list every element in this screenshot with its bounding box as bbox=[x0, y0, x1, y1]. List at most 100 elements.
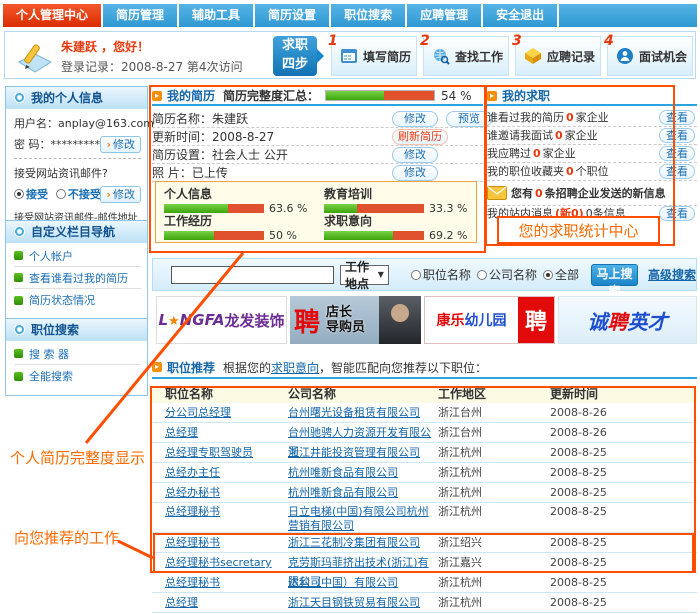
badge-arrow-icon bbox=[317, 49, 324, 63]
view-applied-button[interactable]: 查看 bbox=[659, 146, 695, 161]
step-apply-record[interactable]: 3 应聘记录 bbox=[515, 36, 601, 76]
nav-item-logout[interactable]: 安全退出 bbox=[483, 4, 559, 27]
keyword-input[interactable] bbox=[171, 266, 334, 284]
step-label: 填写简历 bbox=[363, 48, 411, 65]
radio-company-name[interactable] bbox=[477, 270, 487, 280]
ad-banner-longfa[interactable]: L★NGFA 龙发装饰 bbox=[156, 296, 287, 344]
green-bullet-icon bbox=[14, 251, 23, 260]
step-fill-resume[interactable]: 1 填写简历 bbox=[331, 36, 417, 76]
section-work-exp: 工作经历 50 % bbox=[164, 214, 314, 242]
nav-item-personal-center[interactable]: 个人管理中心 bbox=[3, 4, 103, 27]
nav-item-resume-settings[interactable]: 简历设置 bbox=[255, 4, 331, 27]
completeness-percent: 54 % bbox=[441, 89, 472, 103]
resume-setting-row: 简历设置：社会人士 公开 修改 bbox=[152, 146, 483, 164]
envelope-icon bbox=[487, 186, 507, 200]
view-invited-button[interactable]: 查看 bbox=[659, 128, 695, 143]
nav-item-job-search[interactable]: 职位搜索 bbox=[331, 4, 407, 27]
refresh-resume-button[interactable]: 刷新简历 bbox=[392, 129, 448, 145]
newsletter-question: 接受网站资讯邮件? bbox=[14, 165, 141, 183]
modify-photo-button[interactable]: 修改 bbox=[392, 165, 438, 181]
invited-interview-row: 谁邀请我面试0家企业 查看 bbox=[487, 127, 697, 145]
ad-banner-kindergarten[interactable]: 康乐幼儿园 聘 bbox=[424, 296, 555, 344]
reject-radio[interactable] bbox=[56, 189, 66, 199]
completeness-progress-bar bbox=[325, 90, 435, 101]
company-link[interactable]: 浙江井能投资管理有限公司 bbox=[288, 446, 420, 459]
table-row: 总经办主任 杭州唯新食品有限公司 浙江杭州 2008-8-25 bbox=[152, 463, 697, 483]
annotation-resume-note: 个人简历完整度显示 bbox=[10, 447, 145, 468]
sidebar-item-who-viewed-resume[interactable]: 查看谁看过我的简历 bbox=[14, 267, 141, 289]
quick-search-bar: 工作地点▼ 职位名称 公司名称 全部 马上搜索 高级搜索 bbox=[152, 258, 697, 291]
my-resume-panel: ▸ 我的简历 简历完整度汇总： 54 % 简历名称：朱建跃 修改 预览 更新时间… bbox=[152, 87, 483, 245]
work-exp-progress-bar bbox=[164, 231, 264, 240]
annotation-jobs-note: 向您推荐的工作 bbox=[14, 527, 119, 548]
search-now-button[interactable]: 马上搜索 bbox=[591, 264, 638, 286]
job-link[interactable]: 分公司总经理 bbox=[165, 406, 231, 419]
company-link[interactable]: 杭州唯新食品有限公司 bbox=[288, 486, 398, 499]
nav-item-tools[interactable]: 辅助工具 bbox=[179, 4, 255, 27]
calendar-icon bbox=[340, 47, 358, 65]
job-recommend-header: ▸ 职位推荐 根据您的求职意向，智能匹配向您推荐以下职位： bbox=[152, 357, 697, 379]
modify-newsletter-button[interactable]: ›修改 bbox=[100, 186, 141, 203]
inbox-row: 我的站内消息(新0)0条信息 查看 bbox=[487, 205, 697, 221]
step-find-job[interactable]: 2 查找工作 bbox=[423, 36, 509, 76]
company-link[interactable]: 达利（中国）有限公司 bbox=[288, 576, 398, 589]
section-personal-info: 个人信息 63.6 % bbox=[164, 187, 314, 215]
radio-all[interactable] bbox=[543, 270, 553, 280]
green-bullet-icon bbox=[14, 349, 23, 358]
sidebar-item-resume-status[interactable]: 简历状态情况 bbox=[14, 289, 141, 311]
step-interview-chance[interactable]: 4 面试机会 bbox=[607, 36, 693, 76]
job-link[interactable]: 总经理专职驾驶员 bbox=[165, 446, 253, 459]
bullet-circle-icon bbox=[14, 226, 25, 237]
company-link[interactable]: 浙江天目钢铁贸易有限公司 bbox=[288, 596, 420, 609]
job-link[interactable]: 总经理 bbox=[165, 596, 198, 609]
table-row: 总经理专职驾驶员 浙江井能投资管理有限公司 浙江杭州 2008-8-25 bbox=[152, 443, 697, 463]
job-link[interactable]: 总经办主任 bbox=[165, 466, 220, 479]
advanced-search-link[interactable]: 高级搜索 bbox=[648, 266, 696, 283]
login-record: 登录记录：2008-8-27 第4次访问 bbox=[61, 58, 243, 75]
ad-banner-shop-manager[interactable]: 聘 店长导购员 bbox=[290, 296, 421, 344]
bullet-circle-icon bbox=[14, 324, 25, 335]
company-link[interactable]: 台州曙光设备租赁有限公司 bbox=[288, 406, 420, 419]
modify-password-button[interactable]: ›修改 bbox=[100, 136, 141, 153]
table-row: 总经理秘书 日立电梯(中国)有限公司杭州营销有限公司 浙江杭州 2008-8-2… bbox=[152, 503, 697, 533]
welcome-bar: 朱建跃 ，您好！ 登录记录：2008-8-27 第4次访问 求职 四步 1 填写… bbox=[4, 31, 696, 79]
sidebar-item-personal-account[interactable]: 个人帐户 bbox=[14, 245, 141, 267]
preview-resume-button[interactable]: 预览 bbox=[446, 111, 492, 127]
interview-person-icon bbox=[616, 47, 634, 65]
accept-radio[interactable] bbox=[14, 189, 24, 199]
view-viewed-resume-button[interactable]: 查看 bbox=[659, 110, 695, 125]
job-link[interactable]: 总经办秘书 bbox=[165, 486, 220, 499]
job-link[interactable]: 总经理秘书 bbox=[165, 505, 220, 518]
company-link[interactable]: 浙江三花制冷集团有限公司 bbox=[288, 536, 420, 549]
orange-bullet-icon: ▸ bbox=[152, 362, 162, 372]
modify-resume-setting-button[interactable]: 修改 bbox=[392, 147, 438, 163]
step-number: 4 bbox=[604, 33, 614, 49]
company-link[interactable]: 日立电梯(中国)有限公司杭州营销有限公司 bbox=[288, 505, 429, 532]
job-link[interactable]: 总经理秘书 bbox=[165, 536, 220, 549]
view-inbox-button[interactable]: 查看 bbox=[659, 206, 695, 221]
job-table: 职位名称 公司名称 工作地区 更新时间 分公司总经理 台州曙光设备租赁有限公司 … bbox=[152, 386, 697, 613]
view-favorites-button[interactable]: 查看 bbox=[659, 164, 695, 179]
sidebar-item-searcher[interactable]: 搜 索 器 bbox=[14, 343, 141, 365]
greeting-text: 朱建跃 ，您好！ bbox=[61, 38, 149, 55]
job-link[interactable]: 总经理秘书 bbox=[165, 576, 220, 589]
top-nav: 个人管理中心 简历管理 辅助工具 简历设置 职位搜索 应聘管理 安全退出 bbox=[3, 4, 697, 27]
job-intention-progress-bar bbox=[324, 231, 424, 240]
company-link[interactable]: 杭州唯新食品有限公司 bbox=[288, 466, 398, 479]
my-job-header: ▸ 我的求职 bbox=[487, 87, 697, 106]
job-link[interactable]: 总经理秘书secretary bbox=[165, 556, 272, 569]
radio-job-name[interactable] bbox=[411, 270, 421, 280]
nav-item-resume-manage[interactable]: 简历管理 bbox=[103, 4, 179, 27]
ad-banner-recruit-talent[interactable]: 诚聘英才 bbox=[558, 296, 697, 344]
location-dropdown[interactable]: 工作地点▼ bbox=[340, 265, 389, 285]
job-intention-link[interactable]: 求职意向 bbox=[271, 361, 319, 375]
orange-bullet-icon: ▸ bbox=[487, 91, 497, 101]
sidebar-item-omni-search[interactable]: 全能搜索 bbox=[14, 365, 141, 387]
step-label: 应聘记录 bbox=[547, 48, 595, 65]
resume-update-row: 更新时间：2008-8-27 刷新简历 bbox=[152, 128, 483, 146]
job-table-header: 职位名称 公司名称 工作地区 更新时间 bbox=[152, 386, 697, 403]
job-link[interactable]: 总经理 bbox=[165, 426, 198, 439]
modify-resume-name-button[interactable]: 修改 bbox=[392, 111, 438, 127]
green-bullet-icon bbox=[14, 296, 23, 305]
nav-item-apply-manage[interactable]: 应聘管理 bbox=[407, 4, 483, 27]
